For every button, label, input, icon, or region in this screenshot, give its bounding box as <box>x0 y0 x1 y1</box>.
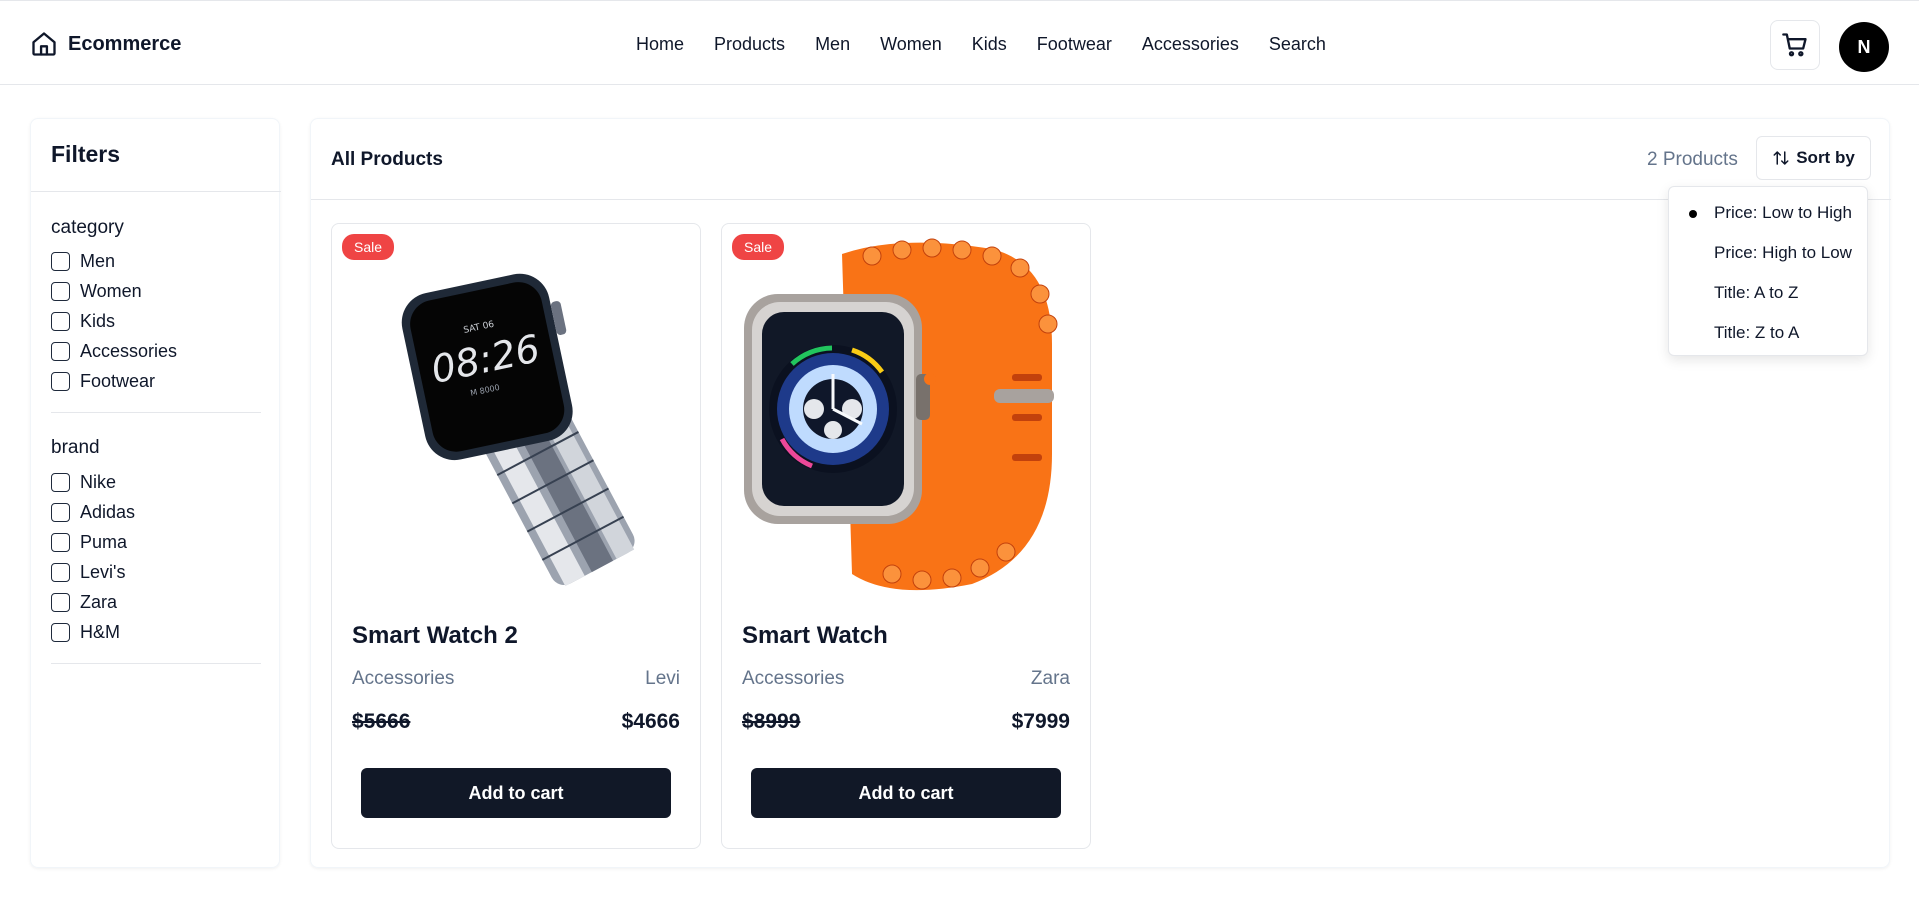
option-label: Women <box>80 281 142 301</box>
nav-products[interactable]: Products <box>714 34 785 55</box>
brand-link[interactable]: Ecommerce <box>30 30 181 58</box>
nav-footwear[interactable]: Footwear <box>1037 34 1112 55</box>
sort-option-label: Price: High to Low <box>1714 243 1852 262</box>
sort-option-price-low-high[interactable]: Price: Low to High <box>1669 195 1869 231</box>
checkbox[interactable] <box>51 533 70 552</box>
option-label: Zara <box>80 592 118 612</box>
option-label: Footwear <box>80 371 156 391</box>
arrow-up-down-icon <box>1773 151 1789 165</box>
option-label: Levi's <box>80 562 126 582</box>
filter-category-kids[interactable]: Kids <box>51 311 115 332</box>
cart-button[interactable] <box>1770 20 1820 70</box>
sort-label: Sort by <box>1796 148 1855 167</box>
original-price: $5666 <box>352 710 411 733</box>
option-label: Men <box>80 251 116 271</box>
product-title[interactable]: Smart Watch <box>742 622 888 650</box>
divider <box>51 412 261 413</box>
sale-badge: Sale <box>342 234 395 260</box>
option-label: Nike <box>80 472 117 492</box>
product-category: Accessories <box>742 668 845 689</box>
filter-brand-zara[interactable]: Zara <box>51 592 117 613</box>
product-image[interactable]: Sale <box>722 224 1090 600</box>
product-brand: Zara <box>1030 668 1070 689</box>
checkbox[interactable] <box>51 623 70 642</box>
divider <box>31 191 281 192</box>
brand-name: Ecommerce <box>68 32 182 55</box>
divider <box>51 663 261 664</box>
sale-price: $4666 <box>621 710 680 733</box>
filter-category-women[interactable]: Women <box>51 281 142 302</box>
filter-brand-hm[interactable]: H&M <box>51 622 120 643</box>
product-count: 2 Products <box>1647 149 1738 170</box>
nav-accessories[interactable]: Accessories <box>1142 34 1239 55</box>
watch-image: SAT 06 08:26 M 8000 <box>332 224 700 600</box>
product-image[interactable]: SAT 06 08:26 M 8000 Sale <box>332 224 700 600</box>
filter-category-footwear[interactable]: Footwear <box>51 371 155 392</box>
nav-kids[interactable]: Kids <box>972 34 1007 55</box>
checkbox[interactable] <box>51 312 70 331</box>
checkbox[interactable] <box>51 342 70 361</box>
checkbox[interactable] <box>51 563 70 582</box>
sort-option-title-z-a[interactable]: Title: Z to A <box>1669 315 1869 351</box>
sort-option-title-a-z[interactable]: Title: A to Z <box>1669 275 1869 311</box>
filter-brand-levis[interactable]: Levi's <box>51 562 125 583</box>
filter-brand-adidas[interactable]: Adidas <box>51 502 135 523</box>
option-label: Adidas <box>80 502 136 522</box>
option-label: Puma <box>80 532 128 552</box>
option-label: H&M <box>80 622 120 642</box>
sort-option-price-high-low[interactable]: Price: High to Low <box>1669 235 1869 271</box>
nav-home[interactable]: Home <box>636 34 684 55</box>
filter-category-men[interactable]: Men <box>51 251 115 272</box>
divider <box>311 199 1891 200</box>
nav-search[interactable]: Search <box>1269 34 1326 55</box>
product-card[interactable]: Sale Smart Watch Accessories Zara $8999 … <box>721 223 1091 849</box>
checkbox[interactable] <box>51 503 70 522</box>
add-to-cart-button[interactable]: Add to cart <box>751 768 1061 818</box>
checkbox[interactable] <box>51 252 70 271</box>
checkbox[interactable] <box>51 282 70 301</box>
original-price: $8999 <box>742 710 801 733</box>
filter-brand-nike[interactable]: Nike <box>51 472 116 493</box>
nav-men[interactable]: Men <box>815 34 850 55</box>
category-title: category <box>51 217 124 238</box>
product-card[interactable]: SAT 06 08:26 M 8000 Sale Smart Watch 2 A… <box>331 223 701 849</box>
site-header: Ecommerce Home Products Men Women Kids F… <box>0 4 1919 85</box>
sale-badge: Sale <box>732 234 785 260</box>
page-title: All Products <box>331 149 443 170</box>
nav-women[interactable]: Women <box>880 34 942 55</box>
filter-category-accessories[interactable]: Accessories <box>51 341 177 362</box>
option-label: Accessories <box>80 341 178 361</box>
home-icon <box>32 32 56 56</box>
filters-title: Filters <box>51 141 121 167</box>
avatar[interactable]: N <box>1839 22 1889 72</box>
checkbox[interactable] <box>51 593 70 612</box>
checkbox[interactable] <box>51 473 70 492</box>
products-panel: All Products 2 Products Sort by SAT 06 0… <box>310 118 1891 868</box>
product-category: Accessories <box>352 668 455 689</box>
watch-image <box>722 224 1090 600</box>
filter-brand-puma[interactable]: Puma <box>51 532 127 553</box>
product-title[interactable]: Smart Watch 2 <box>352 622 518 650</box>
filters-panel: Filters category Men Women Kids Accessor… <box>30 118 281 868</box>
main-nav: Home Products Men Women Kids Footwear Ac… <box>636 34 1356 55</box>
dot-icon <box>1689 210 1697 218</box>
sort-button[interactable]: Sort by <box>1756 136 1871 180</box>
sort-option-label: Price: Low to High <box>1714 203 1852 222</box>
brand-title: brand <box>51 437 100 458</box>
sort-option-label: Title: A to Z <box>1714 283 1799 302</box>
add-to-cart-button[interactable]: Add to cart <box>361 768 671 818</box>
sort-option-label: Title: Z to A <box>1714 323 1800 342</box>
checkbox[interactable] <box>51 372 70 391</box>
sale-price: $7999 <box>1011 710 1070 733</box>
option-label: Kids <box>80 311 116 331</box>
sort-dropdown: Price: Low to High Price: High to Low Ti… <box>1668 186 1868 356</box>
shopping-cart-icon <box>1782 33 1807 57</box>
product-brand: Levi <box>645 668 680 689</box>
